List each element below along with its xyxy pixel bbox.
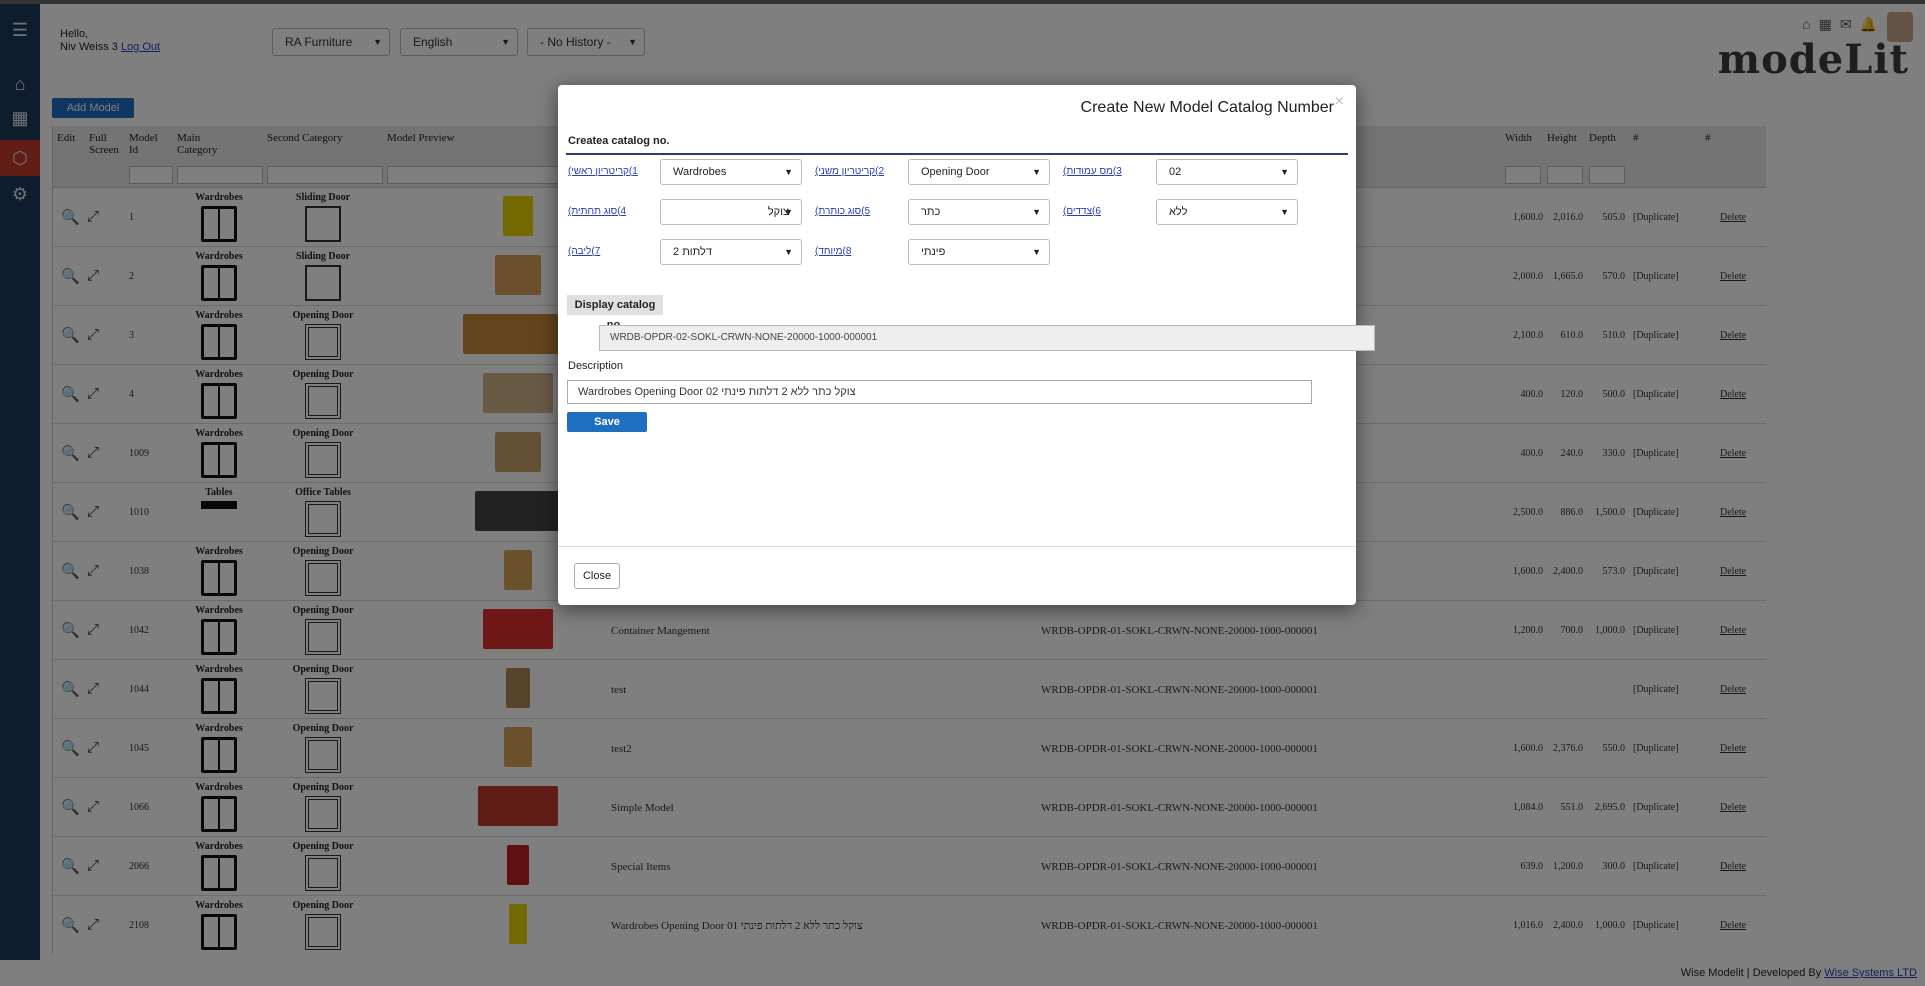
display-catalog-button[interactable]: Display catalog no. [567,295,663,331]
core-value: 2 דלתות [673,246,712,258]
sides-value: ללא [1169,206,1188,218]
field-label-sides[interactable]: 6)צדדים) [1063,206,1101,217]
chevron-down-icon: ▼ [1280,207,1289,217]
top-type-select[interactable]: כתר ▼ [908,199,1050,225]
main-criterion-select[interactable]: Wardrobes ▼ [660,159,802,185]
field-label-columns[interactable]: 3)מס עמודות) [1063,166,1122,177]
field-label-top-type[interactable]: 5)סוג כותרת) [815,206,870,217]
field-label-second-criterion[interactable]: 2)קריטריון משני) [815,166,884,177]
sides-select[interactable]: ללא ▼ [1156,199,1298,225]
special-value: פינתי [921,246,946,258]
field-label-main-criterion[interactable]: 1)קריטריון ראשי) [568,166,638,177]
modal-footer-divider [558,546,1356,547]
chevron-down-icon: ▼ [784,207,793,217]
second-criterion-select[interactable]: Opening Door ▼ [908,159,1050,185]
chevron-down-icon: ▼ [1032,207,1041,217]
description-label: Description [568,360,624,372]
field-label-core[interactable]: 7)ליבה) [568,246,600,257]
chevron-down-icon: ▼ [1032,167,1041,177]
section-title: Createa catalog no. [568,135,670,147]
columns-value: 02 [1169,166,1182,178]
close-button[interactable]: Close [574,563,620,589]
catalog-number-field: WRDB-OPDR-02-SOKL-CRWN-NONE-20000-1000-0… [599,325,1375,351]
top-type-value: כתר [921,206,941,218]
core-select[interactable]: 2 דלתות ▼ [660,239,802,265]
special-select[interactable]: פינתי ▼ [908,239,1050,265]
chevron-down-icon: ▼ [784,167,793,177]
modal-title: Create New Model Catalog Number [1080,99,1334,116]
second-criterion-value: Opening Door [921,166,990,178]
section-divider [566,153,1348,155]
save-button[interactable]: Save [567,412,647,432]
field-label-special[interactable]: 8)מיוחד) [815,246,851,257]
base-type-select[interactable]: צוקל ▼ [660,199,802,225]
close-icon[interactable]: × [1335,93,1344,111]
chevron-down-icon: ▼ [1280,167,1289,177]
description-textarea[interactable]: Wardrobes Opening Door 02 צוקל כתר ללא 2… [567,380,1312,404]
chevron-down-icon: ▼ [1032,247,1041,257]
main-criterion-value: Wardrobes [673,166,727,178]
chevron-down-icon: ▼ [784,247,793,257]
field-label-base-type[interactable]: 4)סוג תחתית) [568,206,626,217]
create-catalog-modal: × Create New Model Catalog Number Create… [558,85,1375,605]
columns-select[interactable]: 02 ▼ [1156,159,1298,185]
